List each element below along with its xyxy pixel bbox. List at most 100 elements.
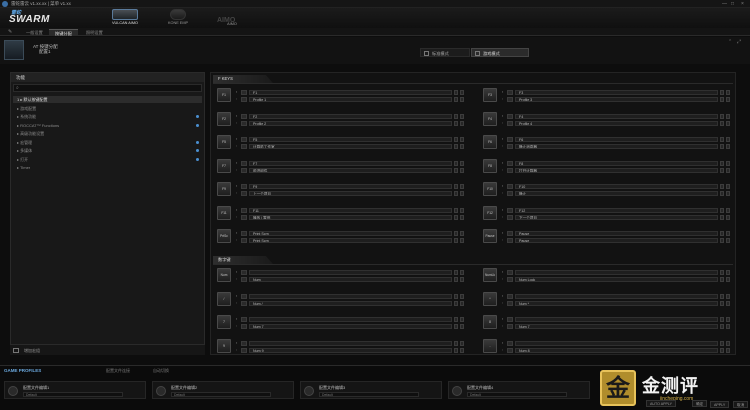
- settings-icon[interactable]: [454, 90, 458, 95]
- standard-function-field[interactable]: F10: [515, 184, 718, 189]
- slot-profile-select[interactable]: Default: [467, 392, 567, 397]
- keycap-button[interactable]: F10: [483, 182, 497, 196]
- easyshift-function-field[interactable]: 上一个项目: [249, 191, 452, 196]
- keycap-button[interactable]: Pause: [483, 229, 497, 243]
- easyshift-function-field[interactable]: Num 7: [249, 324, 452, 329]
- settings-icon[interactable]: [454, 207, 458, 213]
- easyshift-function-field[interactable]: Profile 2: [249, 120, 452, 126]
- standard-function-field[interactable]: F4: [515, 113, 718, 119]
- standard-function-field[interactable]: Pause: [515, 231, 718, 236]
- slot-profile-select[interactable]: Default: [319, 392, 419, 397]
- easyshift-function-field[interactable]: Num *: [515, 300, 718, 306]
- modifier-field[interactable]: [507, 324, 513, 329]
- dropdown-icon[interactable]: [460, 137, 464, 142]
- dropdown-icon[interactable]: [460, 207, 464, 213]
- keycap-button[interactable]: 7: [217, 315, 231, 329]
- standard-function-field[interactable]: F12: [515, 207, 718, 213]
- function-tree-item[interactable]: ▸ 多媒体: [13, 147, 202, 154]
- cancel-button[interactable]: 取消: [733, 401, 749, 408]
- settings-icon[interactable]: [454, 191, 458, 196]
- keycap-button[interactable]: F7: [217, 158, 231, 173]
- modifier-field[interactable]: [507, 231, 513, 236]
- dropdown-icon[interactable]: [726, 340, 730, 346]
- keycap-button[interactable]: F5: [217, 135, 231, 149]
- settings-icon[interactable]: [720, 184, 724, 189]
- tab-profile-link[interactable]: 配置文件连接: [106, 368, 130, 374]
- settings-icon[interactable]: [454, 214, 458, 220]
- modifier-field[interactable]: [241, 214, 247, 220]
- standard-function-field[interactable]: [249, 317, 452, 322]
- modifier-field[interactable]: [241, 238, 247, 243]
- settings-icon[interactable]: [454, 317, 458, 322]
- settings-icon[interactable]: [720, 293, 724, 299]
- dropdown-icon[interactable]: [460, 184, 464, 189]
- modifier-field[interactable]: [507, 207, 513, 213]
- dropdown-icon[interactable]: [460, 317, 464, 322]
- slot-profile-select[interactable]: Default: [171, 392, 271, 397]
- modifier-field[interactable]: [507, 277, 513, 282]
- settings-icon[interactable]: [454, 137, 458, 142]
- keycap-button[interactable]: 8: [483, 315, 497, 329]
- modifier-field[interactable]: [507, 347, 513, 353]
- auto-apply-toggle[interactable]: AUTO APPLY: [646, 400, 677, 407]
- modifier-field[interactable]: [507, 184, 513, 189]
- keycap-button[interactable]: F6: [483, 135, 497, 149]
- modifier-field[interactable]: [241, 97, 247, 102]
- settings-icon[interactable]: [720, 137, 724, 142]
- easyshift-function-field[interactable]: Profile 3: [515, 97, 718, 102]
- device-kone-emp[interactable]: KONE EMP: [158, 9, 198, 28]
- game-profile-slot-3[interactable]: 配置文件编辑3 Default: [300, 381, 442, 399]
- modifier-field[interactable]: [507, 137, 513, 142]
- dropdown-icon[interactable]: [460, 167, 464, 173]
- dropdown-icon[interactable]: [726, 184, 730, 189]
- settings-icon[interactable]: [720, 347, 724, 353]
- modifier-field[interactable]: [241, 277, 247, 282]
- function-tree-item[interactable]: ▸ 游戏配置: [13, 105, 202, 112]
- device-vulcan-aimo[interactable]: VULCAN AIMO: [105, 9, 145, 28]
- settings-icon[interactable]: [720, 300, 724, 306]
- modifier-field[interactable]: [241, 113, 247, 119]
- dropdown-icon[interactable]: [460, 160, 464, 166]
- standard-function-field[interactable]: F3: [515, 90, 718, 95]
- tab-key-assignment[interactable]: 按键分配: [49, 29, 78, 36]
- settings-icon[interactable]: [454, 113, 458, 119]
- settings-icon[interactable]: [454, 300, 458, 306]
- dropdown-icon[interactable]: [460, 90, 464, 95]
- modifier-field[interactable]: [507, 300, 513, 306]
- keycap-button[interactable]: F4: [483, 111, 497, 126]
- modifier-field[interactable]: [241, 90, 247, 95]
- keycap-button[interactable]: *: [483, 291, 497, 306]
- settings-icon[interactable]: [720, 214, 724, 220]
- dropdown-icon[interactable]: [726, 90, 730, 95]
- easyshift-function-field[interactable]: Num 7: [515, 324, 718, 329]
- standard-function-field[interactable]: F5: [249, 137, 452, 142]
- modifier-field[interactable]: [507, 160, 513, 166]
- modifier-field[interactable]: [507, 97, 513, 102]
- easyshift-function-field[interactable]: 静止: [515, 191, 718, 196]
- tab-lighting[interactable]: 照明设置: [80, 29, 109, 36]
- settings-icon[interactable]: [720, 324, 724, 329]
- standard-function-field[interactable]: Print Scrn: [249, 231, 452, 236]
- function-search-input[interactable]: ⌕: [13, 84, 202, 92]
- standard-function-field[interactable]: F6: [515, 137, 718, 142]
- settings-icon[interactable]: [454, 347, 458, 353]
- dropdown-icon[interactable]: [726, 113, 730, 119]
- dropdown-icon[interactable]: [726, 97, 730, 102]
- easyshift-function-field[interactable]: Pause: [515, 238, 718, 243]
- modifier-field[interactable]: [241, 120, 247, 126]
- dropdown-icon[interactable]: [726, 231, 730, 236]
- slot-profile-select[interactable]: Default: [23, 392, 123, 397]
- dropdown-icon[interactable]: [460, 324, 464, 329]
- keycap-button[interactable]: F12: [483, 205, 497, 220]
- dropdown-icon[interactable]: [460, 300, 464, 306]
- dropdown-icon[interactable]: [460, 144, 464, 149]
- settings-icon[interactable]: [720, 277, 724, 282]
- settings-icon[interactable]: [454, 167, 458, 173]
- function-tree-item[interactable]: ▸ ROCCAT™ Functions: [13, 122, 202, 129]
- standard-function-field[interactable]: F9: [249, 184, 452, 189]
- dropdown-icon[interactable]: [460, 238, 464, 243]
- function-tree-item[interactable]: ▸ Timer: [13, 164, 202, 171]
- maximize-button[interactable]: □: [731, 1, 734, 7]
- settings-icon[interactable]: [720, 90, 724, 95]
- modifier-field[interactable]: [507, 293, 513, 299]
